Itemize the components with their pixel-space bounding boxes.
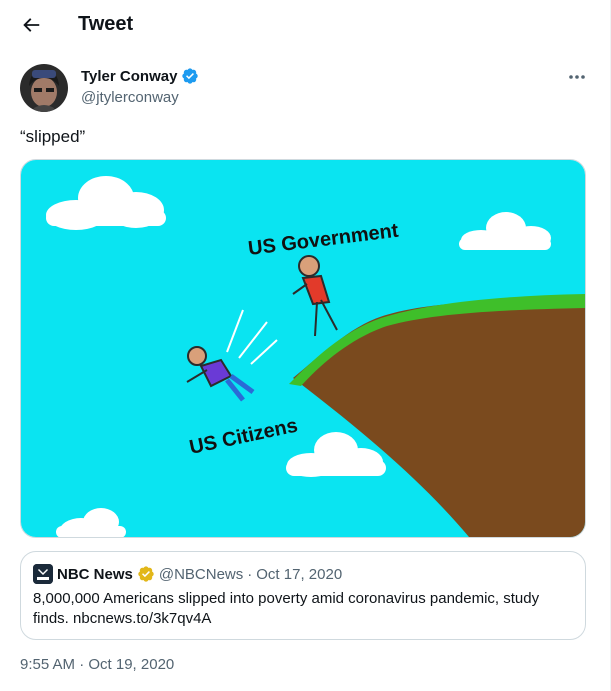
arrow-left-icon[interactable]: [20, 14, 42, 36]
quoted-tweet[interactable]: NBC News @NBCNews · Oct 17, 2020 8,000,0…: [20, 551, 586, 640]
tweet-timestamp[interactable]: 9:55 AM · Oct 19, 2020: [20, 656, 174, 673]
tweet-text: “slipped”: [20, 127, 86, 146]
quote-source-name: NBC News: [57, 565, 133, 583]
gold-verified-badge-icon: [138, 566, 154, 582]
author-name-text: Tyler Conway: [81, 67, 178, 85]
author-handle[interactable]: @jtylerconway: [81, 89, 179, 106]
quote-header: NBC News @NBCNews · Oct 17, 2020: [33, 564, 342, 584]
avatar[interactable]: [20, 64, 68, 112]
nbc-logo-icon: [33, 564, 53, 584]
verified-badge-icon: [182, 68, 199, 84]
tweet-media-image[interactable]: US Government US Citizens: [20, 159, 586, 538]
page-title: Tweet: [78, 13, 134, 35]
quote-text: 8,000,000 Americans slipped into poverty…: [33, 590, 540, 627]
quote-date: Oct 17, 2020: [256, 565, 343, 583]
more-horizontal-icon[interactable]: [566, 68, 588, 86]
quote-source-handle: @NBCNews: [158, 565, 244, 583]
author-name[interactable]: Tyler Conway: [81, 67, 199, 85]
page-header: Tweet: [0, 0, 610, 52]
quote-separator: ·: [247, 565, 253, 583]
